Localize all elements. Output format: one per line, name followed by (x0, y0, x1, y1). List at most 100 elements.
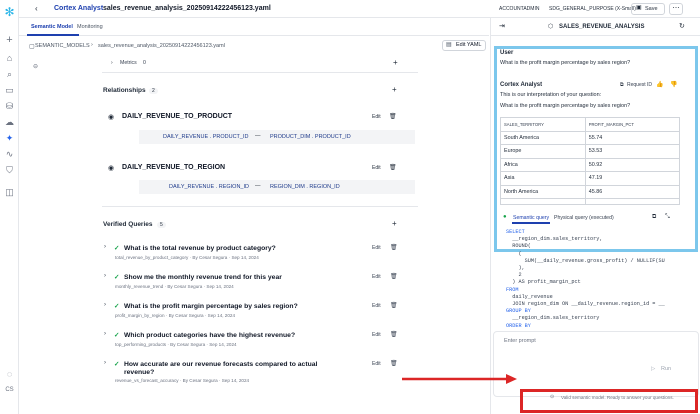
projects-icon[interactable]: ▭ (3, 84, 16, 97)
chevron-right-icon[interactable]: › (111, 60, 113, 66)
code-line: ORDER BY (506, 322, 531, 329)
list-item[interactable]: › ✓ Show me the monthly revenue trend fo… (104, 272, 400, 296)
trash-icon[interactable]: 🗑 (390, 331, 398, 338)
cell-empty (500, 198, 586, 205)
check-icon: ✓ (114, 303, 120, 310)
trash-icon[interactable]: 🗑 (390, 273, 398, 280)
code-line: ROUND( (506, 243, 531, 250)
edit-button[interactable]: Edit (372, 114, 381, 120)
chevron-right-icon[interactable]: › (104, 360, 106, 366)
cell-territory: Asia (500, 171, 586, 186)
list-item[interactable]: › ✓ Which product categories have the hi… (104, 330, 400, 354)
folder-icon: ▢ (29, 44, 35, 50)
table-header: SALES_TERRITORY PROFIT_MARGIN_PCT (500, 117, 681, 132)
search-icon[interactable]: ⌕ (3, 68, 16, 81)
cell-margin: 55.74 (584, 130, 681, 145)
code-line: ) AS profit_margin_pct (506, 279, 581, 286)
prompt-input[interactable]: Enter prompt (504, 338, 536, 344)
sidebar-toggle-icon[interactable]: ◫ (3, 186, 16, 199)
chevron-right-icon[interactable]: › (104, 331, 106, 337)
list-item[interactable]: › ✓ What is the total revenue by product… (104, 243, 400, 267)
eye-icon[interactable]: ◉ (108, 113, 114, 121)
list-item[interactable]: › ✓ How accurate are our revenue forecas… (104, 359, 400, 389)
add-query-icon[interactable]: + (392, 219, 397, 228)
chevron-right-icon[interactable]: › (104, 244, 106, 250)
panel-header: ⇥ ⬡ SALES_REVENUE_ANALYSIS ↻ (491, 18, 700, 36)
code-line: ), (506, 265, 525, 272)
eye-icon[interactable]: ◉ (108, 164, 114, 172)
query-text-continued: revenue? (124, 369, 155, 376)
prompt-box[interactable]: Enter prompt ▷ Run (493, 331, 699, 397)
thumbs-down-icon[interactable]: 👎 (670, 81, 677, 88)
tab-physical-query[interactable]: Physical query (executed) (554, 215, 614, 221)
thumbs-up-icon[interactable]: 👍 (656, 81, 663, 88)
edit-button[interactable]: Edit (372, 361, 381, 367)
request-id-icon: ⧉ (620, 82, 624, 88)
add-metric-icon[interactable]: + (393, 58, 398, 67)
relationships-title: Relationships (103, 87, 146, 94)
back-icon[interactable]: ‹ (35, 4, 38, 13)
edit-button[interactable]: Edit (372, 245, 381, 251)
column-header: PROFIT_MARGIN_PCT (584, 117, 681, 132)
edit-button[interactable]: Edit (372, 303, 381, 309)
verified-queries-title: Verified Queries (103, 221, 153, 228)
list-item[interactable]: › ✓ What is the profit margin percentage… (104, 301, 400, 325)
query-meta: monthly_revenue_trend · By Cesar Segura … (115, 284, 234, 289)
tab-bar: Semantic Model Monitoring (19, 18, 489, 36)
account-selector[interactable]: ACCOUNTADMIN (499, 6, 539, 12)
collapse-icon[interactable]: ⊖ (33, 63, 38, 70)
tab-semantic-query[interactable]: Semantic query (513, 215, 549, 221)
plus-icon[interactable]: + (3, 34, 16, 47)
snowflake-logo-icon[interactable]: ✻ (3, 6, 16, 19)
trash-icon[interactable]: 🗑 (390, 244, 398, 251)
chevron-right-icon[interactable]: › (104, 302, 106, 308)
trash-icon[interactable]: 🗑 (389, 113, 397, 120)
breadcrumb-root[interactable]: SEMANTIC_MODELS (35, 43, 90, 49)
refresh-icon[interactable]: ↻ (679, 22, 685, 30)
tab-semantic-model[interactable]: Semantic Model (31, 24, 73, 30)
cell-margin: 53.53 (584, 144, 681, 159)
code-line: SELECT (506, 229, 525, 235)
edit-button[interactable]: Edit (372, 274, 381, 280)
more-button[interactable]: ⋯ (669, 3, 683, 15)
expand-icon[interactable]: ⤡ (665, 214, 670, 221)
status-highlight-box (520, 389, 698, 413)
save-icon: ▣ (636, 5, 642, 11)
arrow-icon (402, 374, 517, 384)
trash-icon[interactable]: 🗑 (390, 302, 398, 309)
query-text: What is the profit margin percentage by … (124, 303, 298, 310)
edit-button[interactable]: Edit (372, 332, 381, 338)
add-relationship-icon[interactable]: + (392, 85, 397, 94)
cloud-icon[interactable]: ☁ (3, 116, 16, 129)
trash-icon[interactable]: 🗑 (390, 360, 398, 367)
user-message: What is the profit margin percentage by … (500, 60, 631, 66)
run-button[interactable]: Run (661, 366, 671, 372)
monitoring-icon[interactable]: ∿ (3, 148, 16, 161)
code-line: JOIN region_dim ON __daily_revenue.regio… (506, 301, 665, 308)
chevron-right-icon[interactable]: › (104, 273, 106, 279)
trash-icon[interactable]: 🗑 (389, 164, 397, 171)
divider (102, 72, 418, 73)
data-icon[interactable]: ⛁ (3, 100, 16, 113)
join-right: REGION_DIM . REGION_ID (270, 184, 340, 190)
sql-code: SELECT __region_dim.sales_territory, ROU… (506, 229, 665, 330)
copy-icon[interactable]: ⧉ (652, 214, 656, 221)
request-id-button[interactable]: Request ID (627, 82, 652, 88)
breadcrumb-file: sales_revenue_analysis_20250914222456123… (98, 43, 225, 49)
avatar[interactable]: CS (3, 384, 16, 397)
ai-ml-icon[interactable]: ✦ (3, 132, 16, 145)
help-icon[interactable]: ◌ (3, 368, 16, 381)
home-icon[interactable]: ⌂ (3, 52, 16, 65)
panel-logo-icon: ⬡ (548, 24, 554, 30)
relationship-join: DAILY_REVENUE . PRODUCT_ID — PRODUCT_DIM… (139, 130, 415, 144)
shield-icon[interactable]: ⛉ (3, 164, 16, 177)
code-line: ( (506, 250, 522, 257)
tab-monitoring[interactable]: Monitoring (77, 24, 103, 30)
warehouse-selector[interactable]: SDG_GENERAL_PURPOSE (X-Small) (549, 6, 636, 12)
collapse-panel-icon[interactable]: ⇥ (499, 22, 505, 30)
file-title: sales_revenue_analysis_20250914222456123… (103, 5, 271, 12)
edit-button[interactable]: Edit (372, 165, 381, 171)
cell-margin: 47.19 (584, 171, 681, 186)
interpretation-question: What is the profit margin percentage by … (500, 103, 631, 109)
join-connector: — (255, 183, 261, 189)
